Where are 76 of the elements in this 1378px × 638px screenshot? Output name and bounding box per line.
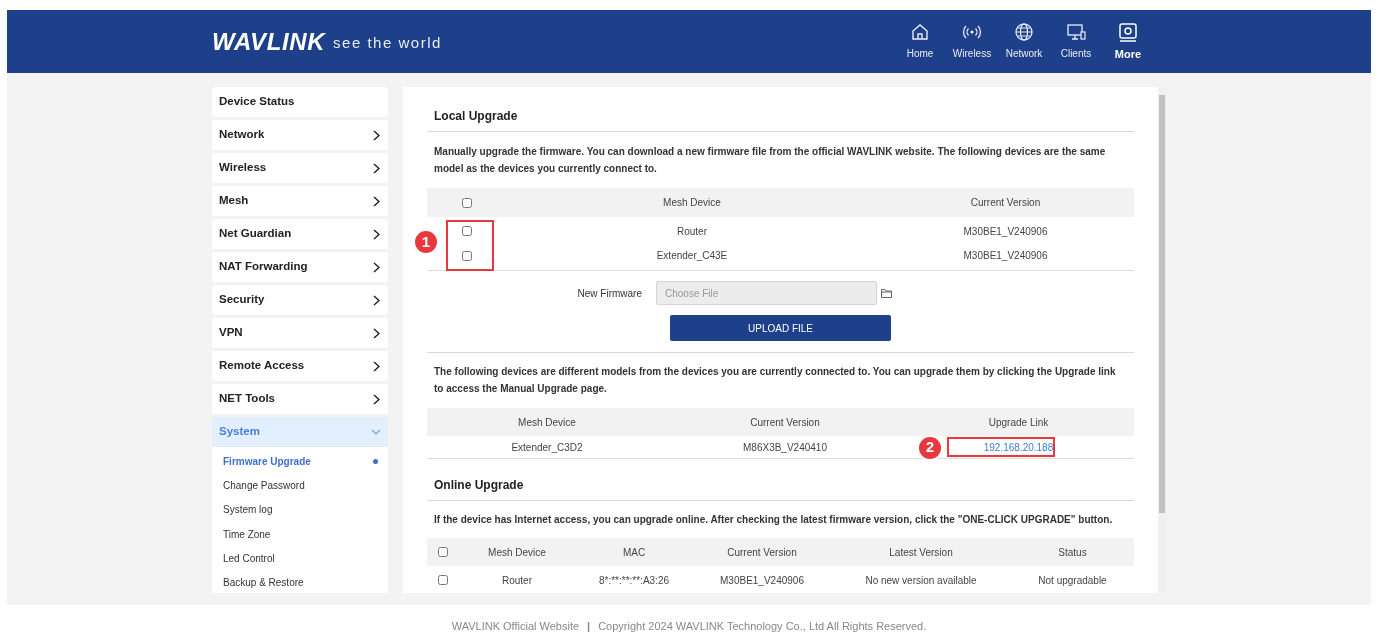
column-header: Status: [1057, 545, 1088, 560]
checkbox[interactable]: [462, 197, 472, 208]
table-cell-text: M30BE1_V240906: [719, 573, 805, 588]
table-cell-text: No new version available: [864, 573, 978, 588]
globe-icon: [1013, 20, 1035, 43]
section-title: Online Upgrade: [434, 477, 525, 494]
section-title: Local Upgrade: [434, 108, 519, 125]
checkbox[interactable]: [462, 250, 472, 261]
submenu-item[interactable]: Backup & Restore: [212, 570, 388, 593]
submenu-item[interactable]: Change Password: [212, 473, 388, 498]
sidebar-item[interactable]: Device Status: [212, 87, 388, 117]
file-field[interactable]: Choose File: [656, 281, 877, 305]
submenu-item[interactable]: Time Zone: [212, 521, 388, 547]
table-cell-text: Not upgradable: [1037, 573, 1108, 588]
description: If the device has Internet access, you can upgrade online. After checking the latest firmware version, click the "ONE-CLICK UPGRADE" button.: [433, 513, 1114, 527]
sidebar-item[interactable]: Wireless: [212, 153, 388, 183]
separator: |: [587, 619, 591, 633]
submenu-item[interactable]: Led Control: [212, 546, 388, 571]
description: Manually upgrade the firmware. You can download a new firmware file from the official WAVLINK website. The following devices are the same model as the devices you currently connect to.: [433, 145, 1107, 176]
table-cell-text: 8*:**:**:**:A3:26: [597, 573, 671, 588]
chevron-right-icon: [372, 261, 380, 273]
highlight-frame: [446, 220, 494, 271]
sidebar-item[interactable]: Remote Access: [212, 351, 388, 381]
chevron-right-icon: [372, 393, 380, 405]
sidebar-item[interactable]: Network: [212, 120, 388, 150]
table-cell-text: M86X3B_V240410: [742, 440, 828, 455]
checkbox[interactable]: [462, 226, 472, 237]
chevron-right-icon: [372, 228, 380, 240]
step-badge: 1: [413, 229, 439, 255]
submenu-item[interactable]: Firmware Upgrade: [212, 449, 388, 474]
checkbox[interactable]: [438, 575, 448, 585]
column-header: Current Version: [726, 545, 798, 560]
table-cell-text: Extender_C43E: [655, 249, 729, 264]
copyright-text: Copyright 2024 WAVLINK Technology Co., Ltd All Rights Reserved.: [598, 619, 927, 633]
website-link[interactable]: WAVLINK Official Website: [451, 619, 580, 633]
table-cell-text: M30BE1_V240906: [962, 249, 1049, 264]
folder-icon[interactable]: [881, 288, 892, 298]
column-header: Mesh Device: [662, 196, 722, 210]
column-header: Current Version: [749, 415, 821, 430]
table-cell-text: Router: [676, 224, 708, 239]
table-cell-text: Router: [501, 573, 533, 588]
chevron-right-icon: [372, 360, 380, 372]
sidebar-item[interactable]: Mesh: [212, 186, 388, 216]
column-header: Mesh Device: [487, 545, 547, 560]
upgrade-link[interactable]: 192.168.20.188: [983, 439, 1054, 455]
chevron-down-icon: [371, 428, 381, 436]
sidebar-item[interactable]: NET Tools: [212, 384, 388, 414]
chevron-right-icon: [372, 327, 380, 339]
logo: WAVLINK: [212, 26, 326, 57]
table-cell-text: Extender_C3D2: [510, 440, 584, 455]
chevron-right-icon: [372, 195, 380, 207]
chevron-right-icon: [372, 162, 380, 174]
nav-item[interactable]: Clients: [1053, 20, 1099, 63]
column-header: Latest Version: [888, 545, 954, 560]
nav-item[interactable]: More: [1105, 20, 1151, 63]
nav-item[interactable]: Home: [897, 20, 943, 63]
sidebar-item[interactable]: NAT Forwarding: [212, 252, 388, 282]
sidebar-item[interactable]: Net Guardian: [212, 219, 388, 249]
nav-item[interactable]: Network: [1001, 20, 1047, 63]
column-header: MAC: [621, 545, 647, 560]
sidebar-item[interactable]: VPN: [212, 318, 388, 348]
chevron-right-icon: [372, 294, 380, 306]
column-header: Current Version: [969, 196, 1042, 210]
step-badge: 2: [917, 434, 943, 461]
nav-item[interactable]: Wireless: [949, 20, 995, 63]
field-label: New Firmware: [576, 286, 643, 301]
sidebar-item[interactable]: Security: [212, 285, 388, 315]
submenu-item[interactable]: System log: [212, 497, 388, 522]
description: The following devices are different models from the devices you are currently connected to. You can upgrade them by clicking the Upgrade link to access the Manual Upgrade page.: [433, 365, 1117, 396]
column-header: Upgrade Link: [987, 415, 1050, 430]
upload-button[interactable]: UPLOAD FILE: [670, 315, 891, 341]
table-cell-text: M30BE1_V240906: [962, 224, 1049, 239]
tagline: see the world: [333, 33, 442, 54]
checkbox[interactable]: [438, 547, 448, 557]
column-header: Mesh Device: [517, 415, 577, 430]
chevron-right-icon: [372, 129, 380, 141]
